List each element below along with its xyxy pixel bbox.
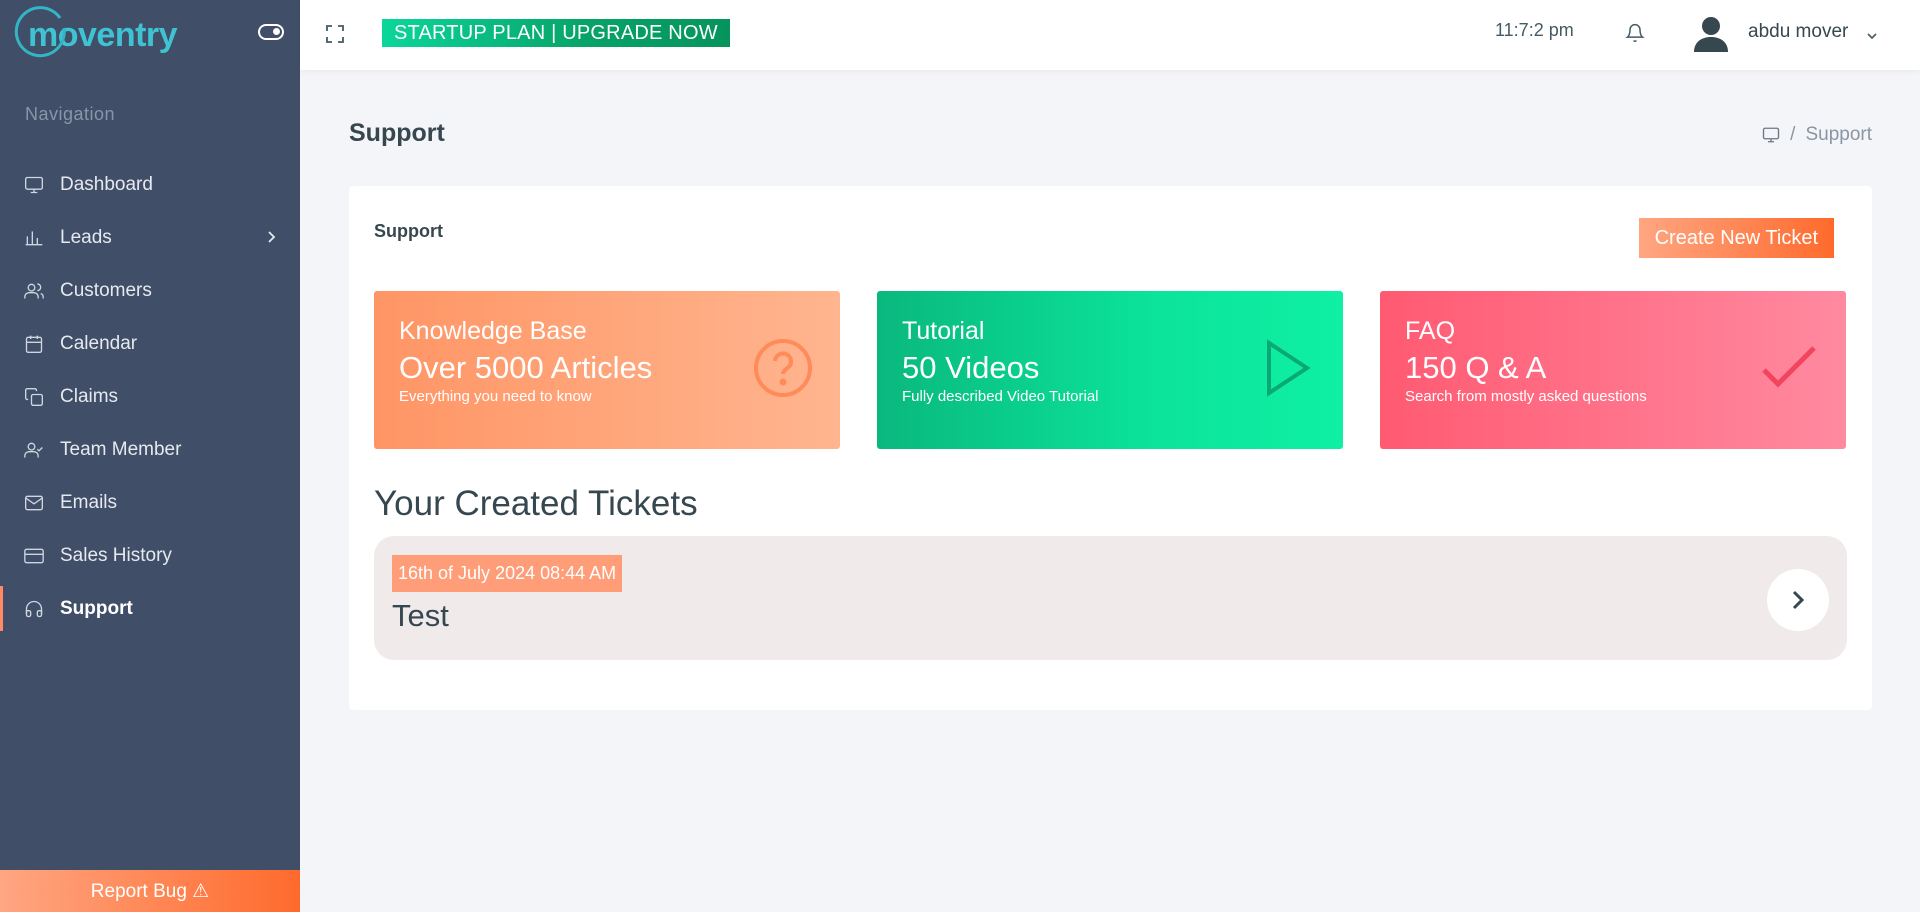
users-icon	[24, 281, 44, 301]
knowledge-base-tile[interactable]: Knowledge Base Over 5000 Articles Everyt…	[374, 291, 840, 449]
sidebar-item-sales-history[interactable]: Sales History	[0, 529, 300, 582]
sidebar-item-emails[interactable]: Emails	[0, 476, 300, 529]
credit-card-icon	[24, 546, 44, 566]
fullscreen-icon[interactable]	[325, 24, 345, 44]
monitor-icon[interactable]	[1762, 126, 1780, 144]
report-bug-button[interactable]: Report Bug ⚠	[0, 870, 300, 912]
tickets-heading: Your Created Tickets	[374, 484, 698, 523]
sidebar-item-label: Sales History	[60, 544, 172, 566]
sidebar-item-label: Emails	[60, 491, 118, 513]
upgrade-plan-banner[interactable]: STARTUP PLAN | UPGRADE NOW	[382, 19, 730, 47]
open-ticket-button[interactable]	[1767, 569, 1829, 631]
tutorial-tile[interactable]: Tutorial 50 Videos Fully described Video…	[877, 291, 1343, 449]
calendar-icon	[24, 334, 44, 354]
mail-icon	[24, 493, 44, 513]
sidebar-item-calendar[interactable]: Calendar	[0, 317, 300, 370]
create-new-ticket-button[interactable]: Create New Ticket	[1638, 218, 1834, 258]
sidebar-item-label: Dashboard	[60, 173, 153, 195]
sidebar-item-label: Claims	[60, 385, 119, 407]
breadcrumb-separator: /	[1790, 124, 1796, 145]
ticket-item[interactable]: 16th of July 2024 08:44 AM Test	[374, 536, 1847, 660]
card-title: Support	[374, 221, 443, 241]
faq-tile[interactable]: FAQ 150 Q & A Search from mostly asked q…	[1380, 291, 1846, 449]
copy-icon	[24, 387, 44, 407]
check-icon	[1758, 337, 1820, 399]
breadcrumb-item[interactable]: Support	[1805, 124, 1872, 146]
support-card: Support Create New Ticket Knowledge Base…	[349, 186, 1872, 710]
sidebar-item-label: Support	[60, 597, 133, 619]
sidebar-item-label: Team Member	[60, 438, 182, 460]
sidebar-item-dashboard[interactable]: Dashboard	[0, 158, 300, 211]
logo-ring-icon	[14, 6, 66, 58]
ticket-date: 16th of July 2024 08:44 AM	[392, 555, 623, 592]
ticket-title: Test	[392, 598, 449, 633]
sidebar-item-label: Leads	[60, 226, 112, 248]
clock: 11:7:2 pm	[1495, 20, 1574, 40]
nav-caption: Navigation	[25, 104, 116, 124]
avatar-icon[interactable]	[1694, 16, 1728, 52]
sidebar-toggle-icon[interactable]	[258, 24, 284, 40]
user-name[interactable]: abdu mover	[1748, 21, 1848, 43]
sidebar-item-support[interactable]: Support	[0, 582, 300, 635]
sidebar-item-team-member[interactable]: Team Member	[0, 423, 300, 476]
sidebar: moventry Navigation Dashboard Leads Cust…	[0, 0, 300, 912]
sidebar-item-claims[interactable]: Claims	[0, 370, 300, 423]
play-icon	[1255, 337, 1317, 399]
sidebar-item-customers[interactable]: Customers	[0, 264, 300, 317]
chevron-right-icon	[266, 228, 278, 250]
bar-chart-icon	[24, 228, 44, 248]
breadcrumb: / Support	[1762, 124, 1872, 146]
monitor-icon	[24, 175, 44, 195]
logo-bar: moventry	[0, 0, 300, 70]
headphones-icon	[24, 599, 44, 619]
logo[interactable]: moventry	[14, 6, 178, 58]
chevron-down-icon[interactable]	[1866, 28, 1878, 46]
topbar: STARTUP PLAN | UPGRADE NOW 11:7:2 pm abd…	[300, 0, 1920, 70]
user-check-icon	[24, 440, 44, 460]
chevron-right-icon	[1789, 589, 1807, 611]
bell-icon[interactable]	[1625, 22, 1645, 44]
sidebar-item-leads[interactable]: Leads	[0, 211, 300, 264]
sidebar-item-label: Calendar	[60, 332, 138, 354]
question-circle-icon	[752, 337, 814, 399]
page-title: Support	[349, 119, 445, 147]
sidebar-item-label: Customers	[60, 279, 152, 301]
